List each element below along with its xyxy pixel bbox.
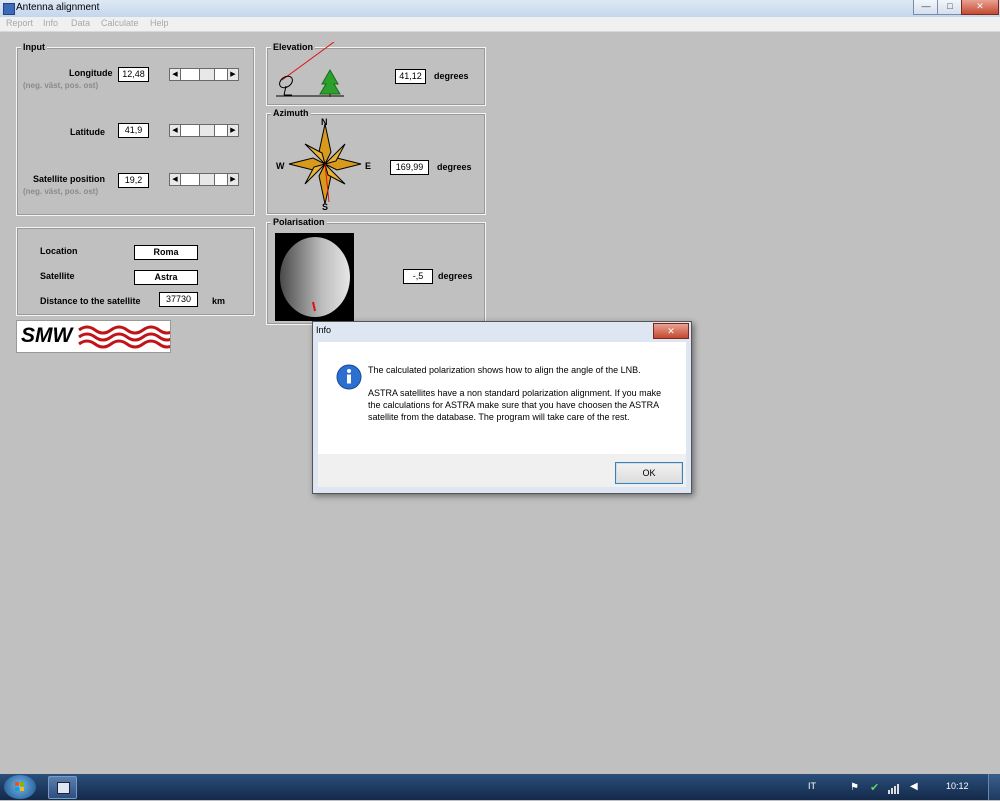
windows-logo-icon [15, 782, 24, 791]
menu-help[interactable]: Help [150, 18, 169, 28]
polarisation-unit: degrees [438, 271, 473, 281]
longitude-label: Longitude [69, 68, 113, 78]
dialog-close-button[interactable]: ✕ [653, 323, 689, 339]
elevation-unit: degrees [434, 71, 469, 81]
language-indicator[interactable]: IT [808, 781, 816, 791]
window-title-bar: Antenna alignment — □ ✕ [0, 0, 1000, 18]
menu-bar: Report Info Data Calculate Help [0, 17, 1000, 32]
menu-data[interactable]: Data [71, 18, 90, 28]
compass-rose-icon [288, 123, 362, 205]
compass-south-label: S [322, 202, 329, 212]
input-group-title: Input [21, 42, 47, 52]
azimuth-unit: degrees [437, 162, 472, 172]
scroll-thumb[interactable] [199, 174, 215, 185]
ok-button[interactable]: OK [615, 462, 683, 484]
menu-calculate[interactable]: Calculate [101, 18, 139, 28]
clock[interactable]: 10:12 [946, 781, 969, 791]
distance-field: 37730 [159, 292, 198, 307]
scroll-thumb[interactable] [199, 125, 215, 136]
distance-unit: km [212, 296, 226, 306]
taskbar-app-button[interactable] [48, 776, 77, 799]
info-dialog: Info ✕ The calculated polarization shows… [312, 321, 692, 494]
flag-icon[interactable]: ⚑ [850, 782, 859, 793]
info-icon [336, 364, 362, 390]
scroll-thumb[interactable] [199, 69, 215, 80]
azimuth-title: Azimuth [271, 108, 311, 118]
window-title: Antenna alignment [16, 2, 100, 13]
arrow-left-icon[interactable]: ◀ [170, 174, 181, 185]
dialog-message-line1: The calculated polarization shows how to… [368, 365, 641, 375]
longitude-scrollbar[interactable]: ◀ ▶ [169, 68, 239, 81]
app-icon [3, 3, 15, 15]
satellite-position-field[interactable]: 19,2 [118, 173, 149, 188]
arrow-right-icon[interactable]: ▶ [227, 125, 238, 136]
arrow-right-icon[interactable]: ▶ [227, 69, 238, 80]
arrow-right-icon[interactable]: ▶ [227, 174, 238, 185]
polarisation-field: -,5 [403, 269, 433, 284]
elevation-diagram-icon [276, 42, 344, 97]
close-button[interactable]: ✕ [961, 0, 999, 15]
start-button[interactable] [4, 775, 36, 799]
menu-report[interactable]: Report [6, 18, 33, 28]
location-label: Location [40, 246, 78, 256]
minimize-button[interactable]: — [913, 0, 939, 15]
azimuth-field: 169,99 [390, 160, 429, 175]
polarisation-title: Polarisation [271, 217, 327, 227]
security-icon[interactable]: ✔ [870, 781, 879, 794]
lnb-dish-icon [275, 233, 354, 321]
satellite-label: Satellite [40, 271, 75, 281]
compass-east-label: E [365, 161, 372, 171]
app-window-icon [57, 782, 70, 794]
logo-text: SMW [21, 324, 73, 347]
arrow-left-icon[interactable]: ◀ [170, 125, 181, 136]
latitude-scrollbar[interactable]: ◀ ▶ [169, 124, 239, 137]
dialog-body: The calculated polarization shows how to… [318, 342, 686, 454]
show-desktop-button[interactable] [988, 774, 1000, 800]
elevation-field: 41,12 [395, 69, 426, 84]
taskbar: IT ⚑ ✔ ◀ 10:12 [0, 774, 1000, 800]
satellite-field[interactable]: Astra [134, 270, 198, 285]
arrow-left-icon[interactable]: ◀ [170, 69, 181, 80]
network-icon[interactable] [888, 784, 900, 796]
compass-north-label: N [321, 117, 328, 127]
latitude-field[interactable]: 41,9 [118, 123, 149, 138]
satellite-position-hint: (neg. väst, pos. ost) [23, 187, 99, 196]
distance-label: Distance to the satellite [40, 296, 141, 306]
longitude-field[interactable]: 12,48 [118, 67, 149, 82]
menu-info[interactable]: Info [43, 18, 58, 28]
compass-west-label: W [276, 161, 285, 171]
maximize-button[interactable]: □ [937, 0, 963, 15]
dialog-title: Info [316, 325, 332, 335]
dialog-message-line2: ASTRA satellites have a non standard pol… [368, 388, 662, 422]
latitude-label: Latitude [70, 127, 105, 137]
smw-logo: SMW [16, 320, 171, 353]
satellite-position-label: Satellite position [33, 174, 106, 184]
longitude-hint: (neg. väst, pos. ost) [23, 81, 99, 90]
location-field[interactable]: Roma [134, 245, 198, 260]
volume-icon[interactable]: ◀ [910, 781, 918, 792]
satellite-position-scrollbar[interactable]: ◀ ▶ [169, 173, 239, 186]
